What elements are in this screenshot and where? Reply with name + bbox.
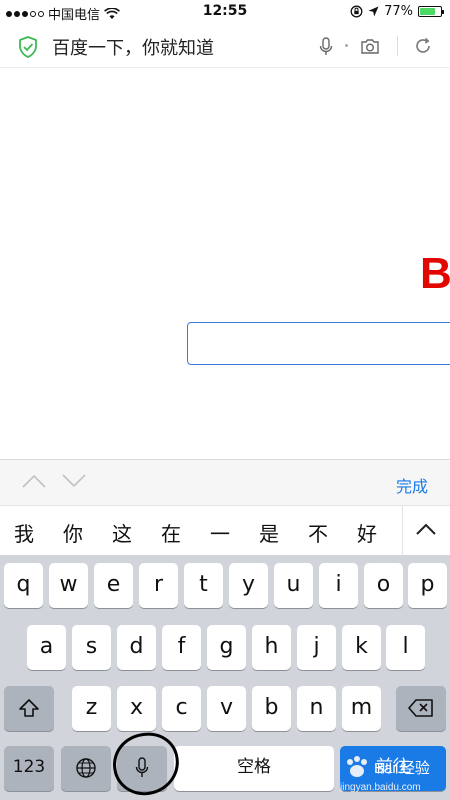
shift-icon	[19, 699, 39, 717]
search-input[interactable]	[187, 322, 450, 365]
key-x[interactable]: x	[117, 686, 156, 731]
rotation-lock-icon	[350, 5, 363, 18]
key-o[interactable]: o	[364, 563, 403, 608]
candidate-item[interactable]: 不	[303, 518, 333, 547]
key-m[interactable]: m	[342, 686, 381, 731]
candidate-item[interactable]: 你	[58, 518, 88, 547]
candidate-item[interactable]: 一	[205, 518, 235, 547]
battery-icon	[418, 6, 444, 17]
dictation-key[interactable]	[117, 746, 167, 791]
key-r[interactable]: r	[139, 563, 178, 608]
candidate-bar: 我 你 这 在 一 是 不 好	[0, 505, 450, 556]
candidate-item[interactable]: 在	[156, 518, 186, 547]
input-accessory-bar: 完成	[0, 459, 450, 505]
key-f[interactable]: f	[162, 625, 201, 670]
key-w[interactable]: w	[49, 563, 88, 608]
keyboard: q w e r t y u i o p a s d f g h j k l z …	[0, 555, 450, 800]
key-s[interactable]: s	[72, 625, 111, 670]
key-d[interactable]: d	[117, 625, 156, 670]
chevron-up-icon[interactable]	[415, 522, 437, 536]
candidate-item[interactable]: 是	[254, 518, 284, 547]
key-y[interactable]: y	[229, 563, 268, 608]
candidate-divider	[402, 506, 403, 556]
status-right: 77%	[350, 4, 444, 19]
address-bar[interactable]: 百度一下，你就知道	[0, 26, 450, 68]
key-b[interactable]: b	[252, 686, 291, 731]
page-title[interactable]: 百度一下，你就知道	[52, 34, 214, 60]
key-v[interactable]: v	[207, 686, 246, 731]
chevron-up-icon[interactable]	[22, 474, 46, 488]
candidate-item[interactable]: 我	[9, 518, 39, 547]
space-key[interactable]: 空格	[174, 746, 334, 791]
candidate-item[interactable]: 好	[352, 518, 382, 547]
key-e[interactable]: e	[94, 563, 133, 608]
candidate-item[interactable]: 这	[107, 518, 137, 547]
baidu-logo-fragment: B	[420, 254, 450, 294]
shift-key[interactable]	[4, 686, 54, 731]
separator-dot	[345, 44, 348, 47]
status-bar: 中国电信 12:55 77%	[0, 0, 450, 24]
battery-fill	[420, 8, 436, 15]
key-g[interactable]: g	[207, 625, 246, 670]
key-q[interactable]: q	[4, 563, 43, 608]
mic-icon[interactable]	[319, 37, 333, 57]
globe-key[interactable]	[61, 746, 111, 791]
key-l[interactable]: l	[386, 625, 425, 670]
reload-icon[interactable]	[413, 36, 433, 56]
location-icon	[368, 6, 379, 17]
backspace-key[interactable]	[396, 686, 446, 731]
key-k[interactable]: k	[342, 625, 381, 670]
key-p[interactable]: p	[408, 563, 447, 608]
key-z[interactable]: z	[72, 686, 111, 731]
key-h[interactable]: h	[252, 625, 291, 670]
toolbar-divider	[397, 36, 398, 56]
key-t[interactable]: t	[184, 563, 223, 608]
chevron-down-icon[interactable]	[62, 474, 86, 488]
key-u[interactable]: u	[274, 563, 313, 608]
mic-icon	[135, 757, 149, 777]
key-c[interactable]: c	[162, 686, 201, 731]
shield-check-icon	[19, 36, 37, 58]
numbers-key[interactable]: 123	[4, 746, 54, 791]
globe-icon	[76, 758, 96, 778]
camera-icon[interactable]	[360, 38, 380, 55]
key-n[interactable]: n	[297, 686, 336, 731]
backspace-icon	[408, 699, 433, 717]
go-key[interactable]: 前往	[340, 746, 446, 791]
key-a[interactable]: a	[27, 625, 66, 670]
key-j[interactable]: j	[297, 625, 336, 670]
done-button[interactable]: 完成	[396, 473, 428, 497]
battery-percent: 77%	[384, 4, 413, 19]
key-i[interactable]: i	[319, 563, 358, 608]
